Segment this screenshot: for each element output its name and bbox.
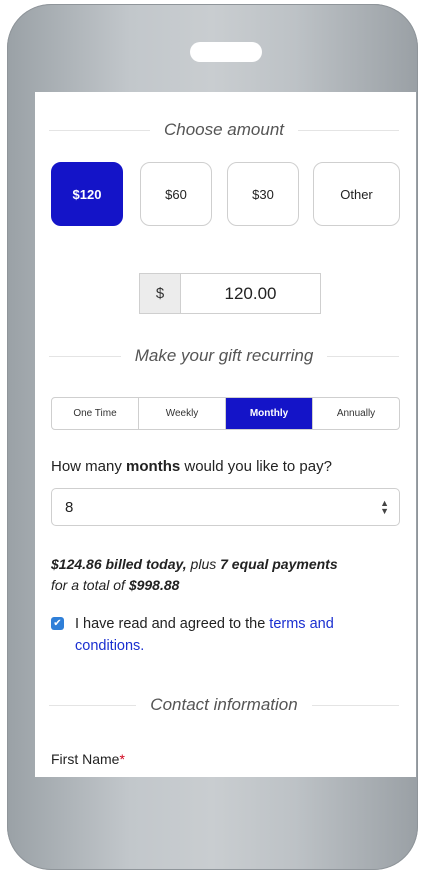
contact-divider: Contact information: [49, 695, 399, 715]
amount-input[interactable]: $ 120.00: [139, 273, 321, 314]
recurring-heading: Make your gift recurring: [134, 346, 314, 365]
amount-button-other[interactable]: Other: [313, 162, 400, 226]
terms-label: I have read and agreed to the terms and …: [75, 616, 334, 654]
amount-button-60[interactable]: $60: [140, 162, 212, 226]
frequency-annually[interactable]: Annually: [313, 398, 399, 429]
currency-prefix: $: [140, 274, 181, 313]
frequency-weekly[interactable]: Weekly: [139, 398, 226, 429]
required-asterisk: *: [119, 751, 125, 767]
months-question: How many months would you like to pay?: [51, 458, 332, 475]
recurring-divider: Make your gift recurring: [49, 346, 400, 366]
terms-checkbox[interactable]: ✔: [51, 617, 64, 630]
first-name-label: First Name*: [51, 751, 125, 767]
select-arrows-icon: ▲ ▼: [380, 498, 389, 516]
amount-value[interactable]: 120.00: [181, 274, 320, 313]
frequency-monthly[interactable]: Monthly: [226, 398, 313, 429]
choose-amount-divider: Choose amount: [49, 120, 399, 140]
amount-button-120[interactable]: $120: [51, 162, 123, 226]
frequency-one-time[interactable]: One Time: [52, 398, 139, 429]
donation-form-screen: Choose amount $120 $60 $30 Other $ 120.0…: [35, 92, 416, 777]
amount-button-30[interactable]: $30: [227, 162, 299, 226]
phone-speaker: [190, 42, 262, 62]
phone-frame: Choose amount $120 $60 $30 Other $ 120.0…: [7, 4, 418, 870]
months-select[interactable]: 8 ▲ ▼: [51, 488, 400, 526]
frequency-selector: One Time Weekly Monthly Annually: [51, 397, 400, 430]
terms-row: ✔ I have read and agreed to the terms an…: [51, 613, 401, 657]
months-select-value: 8: [65, 498, 74, 516]
payment-summary: $124.86 billed today, plus 7 equal payme…: [51, 556, 338, 593]
contact-heading: Contact information: [150, 695, 298, 714]
choose-amount-heading: Choose amount: [163, 120, 285, 139]
